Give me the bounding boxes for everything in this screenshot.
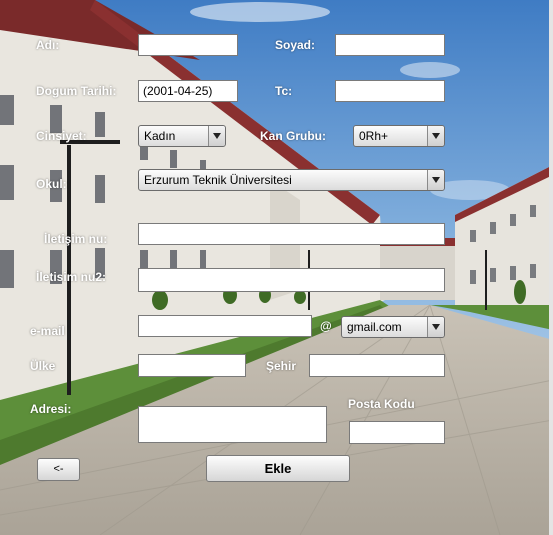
phone2-label: İletisim nu2: [36, 270, 107, 284]
blood-type-select[interactable]: 0Rh+ [353, 125, 445, 147]
chevron-down-icon [427, 126, 444, 146]
country-input[interactable] [138, 354, 246, 377]
email-input[interactable] [138, 315, 312, 337]
chevron-down-icon [208, 126, 225, 146]
tc-input[interactable] [335, 80, 445, 102]
phone1-input[interactable] [138, 223, 445, 245]
name-input[interactable] [138, 34, 238, 56]
address-textarea[interactable] [138, 406, 327, 443]
postal-code-label: Posta Kodu [348, 397, 415, 411]
country-label: Ülke [30, 359, 56, 373]
city-label: Şehir [266, 359, 297, 373]
blood-type-select-value: 0Rh+ [359, 129, 389, 143]
postal-code-input[interactable] [349, 421, 445, 444]
school-select[interactable]: Erzurum Teknik Üniversitesi [138, 169, 445, 191]
surname-label: Soyad: [275, 38, 316, 52]
gender-select[interactable]: Kadın [138, 125, 226, 147]
name-label: Adı: [36, 38, 60, 52]
back-button[interactable]: <- [37, 458, 80, 481]
email-domain-value: gmail.com [347, 320, 402, 334]
blood-type-label: Kan Grubu: [260, 129, 326, 143]
email-label: e-mail [30, 324, 65, 338]
gender-select-value: Kadın [144, 129, 176, 143]
email-domain-select[interactable]: gmail.com [341, 316, 445, 338]
at-sign: @ [320, 319, 332, 333]
form-window: Adı: Soyad: Dogum Tarihi: Tc: Cinsiyet: … [0, 0, 553, 535]
gender-label: Cinsiyet: [36, 129, 87, 143]
chevron-down-icon [427, 317, 444, 337]
city-input[interactable] [309, 354, 445, 377]
chevron-down-icon [427, 170, 444, 190]
birth-date-input[interactable] [138, 80, 238, 102]
tc-label: Tc: [275, 84, 293, 98]
add-button[interactable]: Ekle [206, 455, 350, 482]
birth-date-label: Dogum Tarihi: [36, 84, 117, 98]
phone1-label: İletişim nu: [44, 232, 108, 246]
address-label: Adresi: [30, 402, 72, 416]
phone2-input[interactable] [138, 268, 445, 292]
surname-input[interactable] [335, 34, 445, 56]
school-label: Okul: [36, 177, 67, 191]
school-select-value: Erzurum Teknik Üniversitesi [144, 173, 292, 187]
